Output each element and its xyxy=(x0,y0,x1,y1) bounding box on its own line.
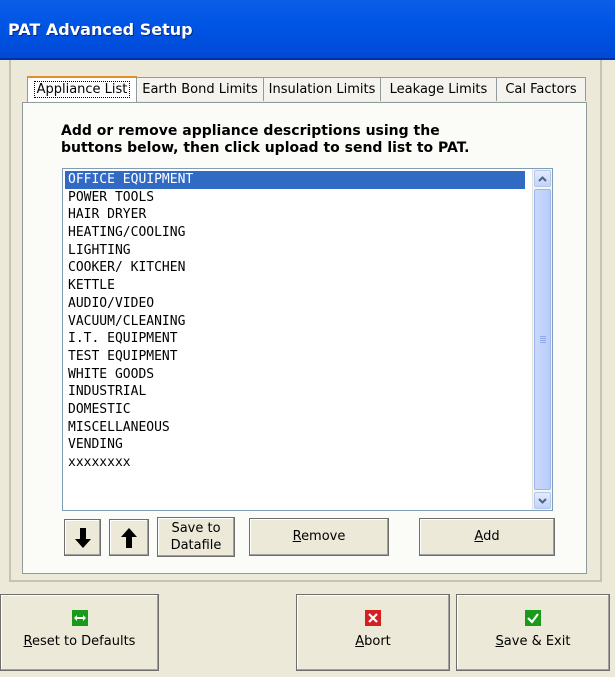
reset-accelerator: R xyxy=(23,634,32,649)
abort-icon xyxy=(365,610,381,626)
list-item[interactable]: HEATING/COOLING xyxy=(65,224,525,242)
appliance-items: OFFICE EQUIPMENT POWER TOOLS HAIR DRYER HEA… xyxy=(63,169,525,472)
list-item[interactable]: VENDING xyxy=(65,436,525,454)
reset-label: eset to Defaults xyxy=(31,634,136,649)
save-and-exit-button[interactable]: Save & Exit xyxy=(456,594,610,671)
appliance-listbox[interactable]: OFFICE EQUIPMENT POWER TOOLS HAIR DRYER HEA… xyxy=(62,168,553,511)
add-button[interactable]: Add xyxy=(419,518,555,556)
chevron-down-icon xyxy=(538,497,547,504)
abort-button[interactable]: Abort xyxy=(296,594,450,671)
remove-accelerator: R xyxy=(292,529,302,544)
save-to-datafile-button[interactable]: Save to Datafile xyxy=(157,517,235,557)
save-exit-label: ave & Exit xyxy=(503,634,571,649)
list-item[interactable]: AUDIO/VIDEO xyxy=(65,295,525,313)
list-item[interactable]: KETTLE xyxy=(65,277,525,295)
list-item[interactable]: POWER TOOLS xyxy=(65,189,525,207)
list-item[interactable]: TEST EQUIPMENT xyxy=(65,348,525,366)
title-bar[interactable]: PAT Advanced Setup xyxy=(0,0,615,60)
chevron-up-icon xyxy=(538,175,547,182)
vertical-scrollbar[interactable] xyxy=(532,169,552,510)
save-to-datafile-line-1: Save to xyxy=(171,521,221,536)
down-arrow-icon xyxy=(74,527,91,548)
move-down-button[interactable] xyxy=(64,519,101,556)
save-to-datafile-line-2: Datafile xyxy=(170,538,222,553)
save-exit-accelerator: S xyxy=(495,634,504,649)
list-item[interactable]: WHITE GOODS xyxy=(65,366,525,384)
tab-leakage-limits[interactable]: Leakage Limits xyxy=(380,77,497,101)
instructions-line-2: buttons below, then click upload to send… xyxy=(61,140,470,156)
scrollbar-thumb[interactable] xyxy=(534,189,551,490)
remove-label: emove xyxy=(301,529,346,544)
move-up-button[interactable] xyxy=(109,519,149,556)
scroll-down-button[interactable] xyxy=(534,492,551,509)
add-accelerator: A xyxy=(474,529,484,544)
abort-accelerator: A xyxy=(355,634,365,649)
abort-label: bort xyxy=(364,634,391,649)
instructions-line-1: Add or remove appliance descriptions usi… xyxy=(61,123,440,139)
list-item[interactable]: HAIR DRYER xyxy=(65,206,525,224)
list-item[interactable]: INDUSTRIAL xyxy=(65,383,525,401)
add-label: dd xyxy=(483,529,500,544)
remove-button[interactable]: Remove xyxy=(249,518,389,556)
list-item[interactable]: I.T. EQUIPMENT xyxy=(65,330,525,348)
list-item[interactable]: COOKER/ KITCHEN xyxy=(65,259,525,277)
reset-to-defaults-button[interactable]: Reset to Defaults xyxy=(0,594,159,671)
instructions-text: Add or remove appliance descriptions usi… xyxy=(61,123,541,157)
list-item[interactable]: OFFICE EQUIPMENT xyxy=(65,171,525,189)
checkmark-icon xyxy=(525,610,541,626)
window-title: PAT Advanced Setup xyxy=(8,20,193,39)
tab-insulation-limits[interactable]: Insulation Limits xyxy=(263,77,381,101)
scroll-up-button[interactable] xyxy=(534,170,551,187)
tab-appliance-list[interactable]: Appliance List xyxy=(27,76,137,102)
reset-icon xyxy=(71,610,88,626)
grip-icon xyxy=(539,336,546,343)
list-item[interactable]: xxxxxxxx xyxy=(65,454,525,472)
up-arrow-icon xyxy=(121,527,137,548)
tab-earth-bond-limits[interactable]: Earth Bond Limits xyxy=(136,77,264,101)
list-item[interactable]: VACUUM/CLEANING xyxy=(65,313,525,331)
list-item[interactable]: DOMESTIC xyxy=(65,401,525,419)
tab-appliance-list-label: Appliance List xyxy=(33,81,131,98)
list-item[interactable]: LIGHTING xyxy=(65,242,525,260)
list-item[interactable]: MISCELLANEOUS xyxy=(65,419,525,437)
tab-cal-factors[interactable]: Cal Factors xyxy=(496,77,586,101)
